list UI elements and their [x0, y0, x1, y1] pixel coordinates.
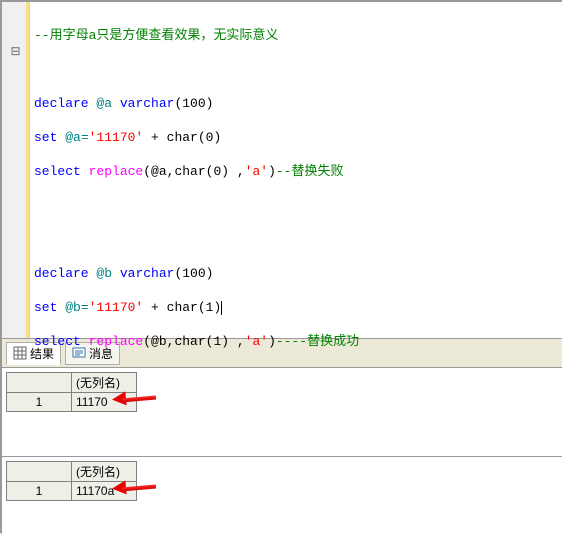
row-number: 1: [7, 482, 72, 501]
annotation-arrow: [112, 392, 156, 406]
corner-cell: [7, 462, 72, 482]
grid-icon: [13, 346, 27, 360]
sql-editor-pane[interactable]: ⊟ --用字母a只是方便查看效果，无实际意义 declare @a varcha…: [2, 2, 562, 338]
column-header[interactable]: (无列名): [72, 462, 137, 482]
code-comment: --用字母a只是方便查看效果，无实际意义: [34, 28, 278, 43]
code-textarea[interactable]: --用字母a只是方便查看效果，无实际意义 declare @a varchar(…: [30, 2, 562, 338]
collapse-toggle[interactable]: ⊟: [2, 44, 29, 61]
corner-cell: [7, 373, 72, 393]
change-indicator: [26, 2, 29, 338]
editor-gutter: ⊟: [2, 2, 30, 338]
annotation-arrow: [112, 481, 156, 495]
results-grid-pane-1: (无列名) 1 11170: [2, 368, 562, 457]
results-grid-pane-2: (无列名) 1 11170a: [2, 457, 562, 534]
column-header[interactable]: (无列名): [72, 373, 137, 393]
row-number: 1: [7, 393, 72, 412]
text-caret: [221, 301, 222, 315]
